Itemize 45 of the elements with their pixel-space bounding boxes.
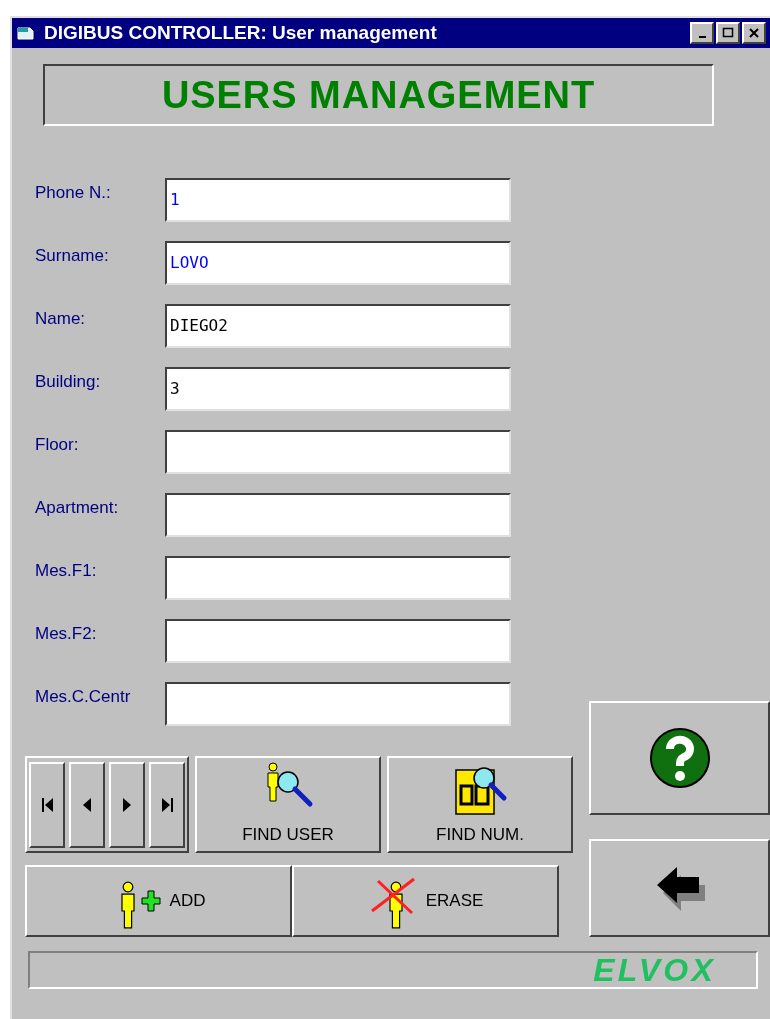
app-icon bbox=[16, 25, 36, 41]
field-value: LOVO bbox=[170, 252, 209, 274]
maximize-button[interactable] bbox=[716, 22, 740, 44]
text-field[interactable]: 3 bbox=[165, 367, 511, 411]
skip-forward-icon bbox=[160, 795, 174, 814]
minimize-icon bbox=[698, 36, 706, 38]
field-value: 1 bbox=[170, 189, 180, 211]
window-title: DIGIBUS CONTROLLER: User management bbox=[44, 20, 438, 45]
text-field[interactable]: LOVO bbox=[165, 241, 511, 285]
minimize-button[interactable] bbox=[690, 22, 714, 44]
field-label: Name: bbox=[35, 308, 87, 330]
field-label: Apartment: bbox=[35, 497, 120, 519]
logo: ELVOX bbox=[593, 951, 716, 990]
field-label: Mes.C.Centr bbox=[35, 686, 132, 708]
maximize-icon bbox=[721, 26, 735, 40]
add-button[interactable]: ADD bbox=[25, 865, 292, 937]
text-field[interactable] bbox=[165, 430, 511, 474]
field-value: 3 bbox=[170, 378, 180, 400]
field-label: Surname: bbox=[35, 245, 110, 267]
close-icon bbox=[747, 26, 761, 40]
text-field[interactable] bbox=[165, 682, 511, 726]
field-label: Mes.F1: bbox=[35, 560, 98, 582]
back-button[interactable] bbox=[589, 839, 770, 937]
field-label: Mes.F2: bbox=[35, 623, 98, 645]
text-field[interactable] bbox=[165, 556, 511, 600]
help-icon bbox=[648, 727, 711, 789]
field-label: Phone N.: bbox=[35, 182, 112, 204]
text-field[interactable]: DIEGO2 bbox=[165, 304, 511, 348]
navigation-button[interactable] bbox=[109, 761, 145, 848]
help-button[interactable] bbox=[589, 701, 770, 815]
text-field[interactable]: 1 bbox=[165, 178, 511, 222]
navigation-button[interactable] bbox=[149, 761, 185, 848]
erase-button[interactable]: ERASE bbox=[292, 865, 559, 937]
skip-back-icon bbox=[40, 795, 54, 814]
navigation-button[interactable] bbox=[69, 761, 105, 848]
search-button[interactable]: FIND NUM. bbox=[387, 756, 573, 853]
field-value: DIEGO2 bbox=[170, 315, 228, 337]
text-field[interactable] bbox=[165, 493, 511, 537]
heading: USERS MANAGEMENT bbox=[161, 72, 596, 118]
close-button[interactable] bbox=[742, 22, 766, 44]
field-label: Floor: bbox=[35, 434, 80, 456]
navigation-button[interactable] bbox=[29, 761, 65, 848]
text-field[interactable] bbox=[165, 619, 511, 663]
search-button[interactable]: FIND USER bbox=[195, 756, 381, 853]
field-label: Building: bbox=[35, 371, 102, 393]
